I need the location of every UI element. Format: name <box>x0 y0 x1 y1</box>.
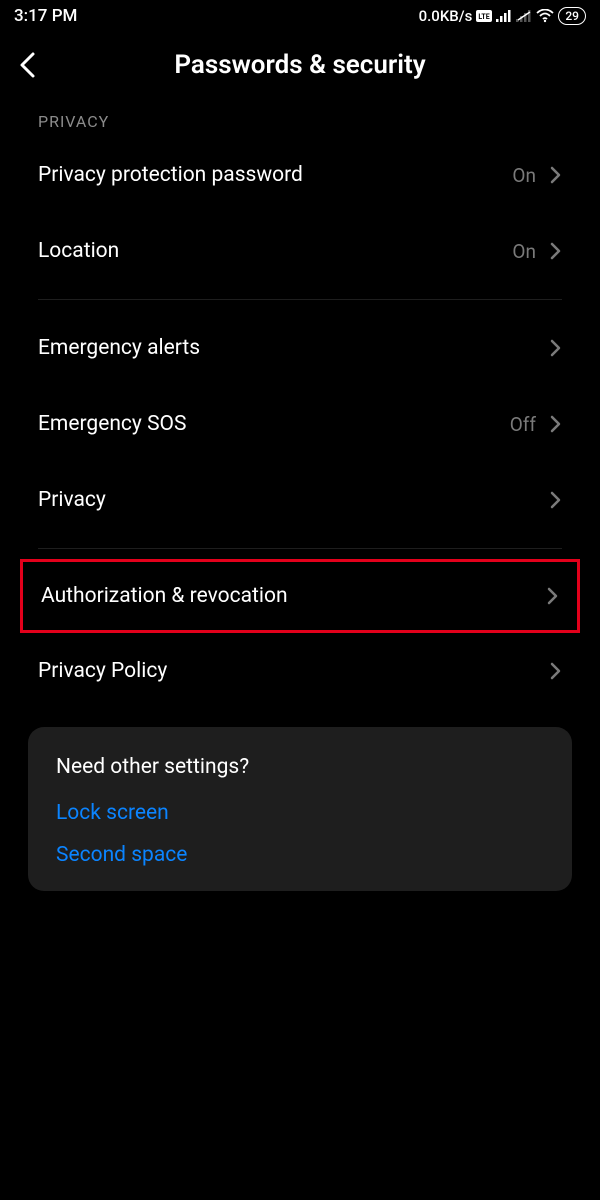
row-label: Location <box>38 239 512 263</box>
battery-icon: 29 <box>558 7 586 25</box>
volte-icon: LTE <box>476 10 492 22</box>
row-value: Off <box>510 413 536 436</box>
page-title: Passwords & security <box>18 50 582 80</box>
row-value: On <box>512 240 536 263</box>
signal-2-icon <box>516 10 532 22</box>
row-value: On <box>512 164 536 187</box>
row-label: Privacy <box>38 488 550 512</box>
row-privacy[interactable]: Privacy <box>0 462 600 538</box>
status-time: 3:17 PM <box>14 6 77 26</box>
chevron-right-icon <box>550 415 562 433</box>
card-title: Need other settings? <box>56 755 544 779</box>
chevron-right-icon <box>547 587 559 605</box>
status-net-speed: 0.0KB/s <box>419 7 473 25</box>
section-label-privacy: PRIVACY <box>0 94 600 137</box>
chevron-right-icon <box>550 491 562 509</box>
row-emergency-sos[interactable]: Emergency SOS Off <box>0 386 600 462</box>
chevron-right-icon <box>550 339 562 357</box>
chevron-right-icon <box>550 166 562 184</box>
row-privacy-policy[interactable]: Privacy Policy <box>0 633 600 709</box>
link-second-space[interactable]: Second space <box>56 843 544 867</box>
row-label: Privacy protection password <box>38 163 512 187</box>
row-label: Authorization & revocation <box>41 584 547 608</box>
row-location[interactable]: Location On <box>0 213 600 289</box>
svg-text:LTE: LTE <box>479 13 490 21</box>
row-label: Emergency alerts <box>38 336 550 360</box>
status-right: 0.0KB/s LTE 29 <box>419 7 586 25</box>
row-label: Privacy Policy <box>38 659 550 683</box>
chevron-right-icon <box>550 242 562 260</box>
divider <box>38 299 562 300</box>
row-authorization-revocation[interactable]: Authorization & revocation <box>20 559 580 633</box>
other-settings-card: Need other settings? Lock screen Second … <box>28 727 572 891</box>
status-bar: 3:17 PM 0.0KB/s LTE 29 <box>0 0 600 30</box>
chevron-right-icon <box>550 662 562 680</box>
row-label: Emergency SOS <box>38 412 510 436</box>
header: Passwords & security <box>0 30 600 94</box>
row-privacy-protection[interactable]: Privacy protection password On <box>0 137 600 213</box>
wifi-icon <box>536 9 554 23</box>
row-emergency-alerts[interactable]: Emergency alerts <box>0 310 600 386</box>
signal-icon <box>496 10 512 22</box>
link-lock-screen[interactable]: Lock screen <box>56 801 544 825</box>
divider <box>38 548 562 549</box>
